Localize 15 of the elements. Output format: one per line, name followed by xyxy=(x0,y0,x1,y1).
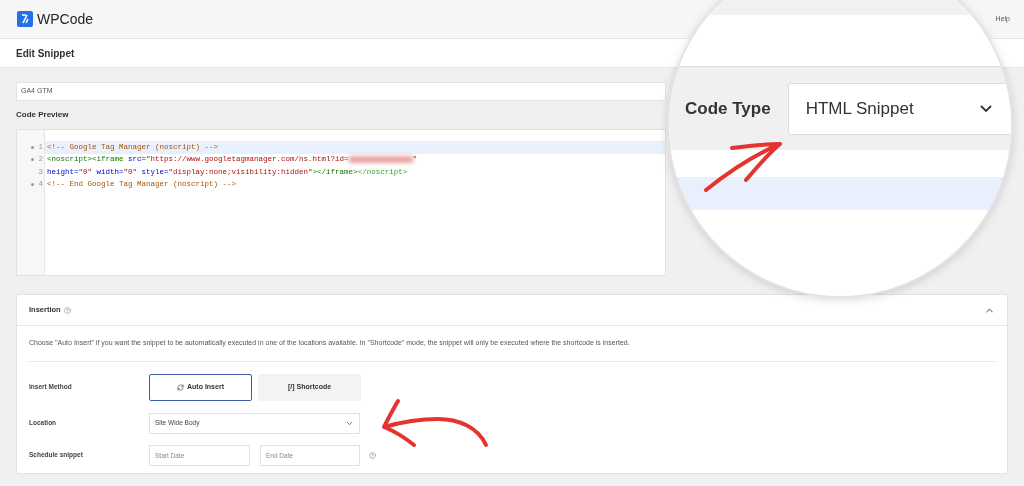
redacted-blur xyxy=(348,156,413,164)
help-icon[interactable] xyxy=(369,451,376,459)
logo-icon xyxy=(17,11,33,27)
fold-marker-icon[interactable] xyxy=(31,183,35,187)
refresh-icon xyxy=(177,383,184,391)
help-icon[interactable] xyxy=(63,306,71,314)
page-title: Edit Snippet xyxy=(16,46,75,61)
code-type-select[interactable]: HTML Snippet xyxy=(787,82,1011,135)
section-label: Code Preview xyxy=(16,109,69,121)
chevron-down-icon xyxy=(979,105,992,112)
fold-marker-icon[interactable] xyxy=(31,145,35,149)
brand-name: WPCode xyxy=(37,9,94,29)
fold-marker-icon[interactable] xyxy=(31,158,35,162)
code-type-label: Code Type xyxy=(685,97,771,120)
code-editor[interactable] xyxy=(16,129,666,276)
